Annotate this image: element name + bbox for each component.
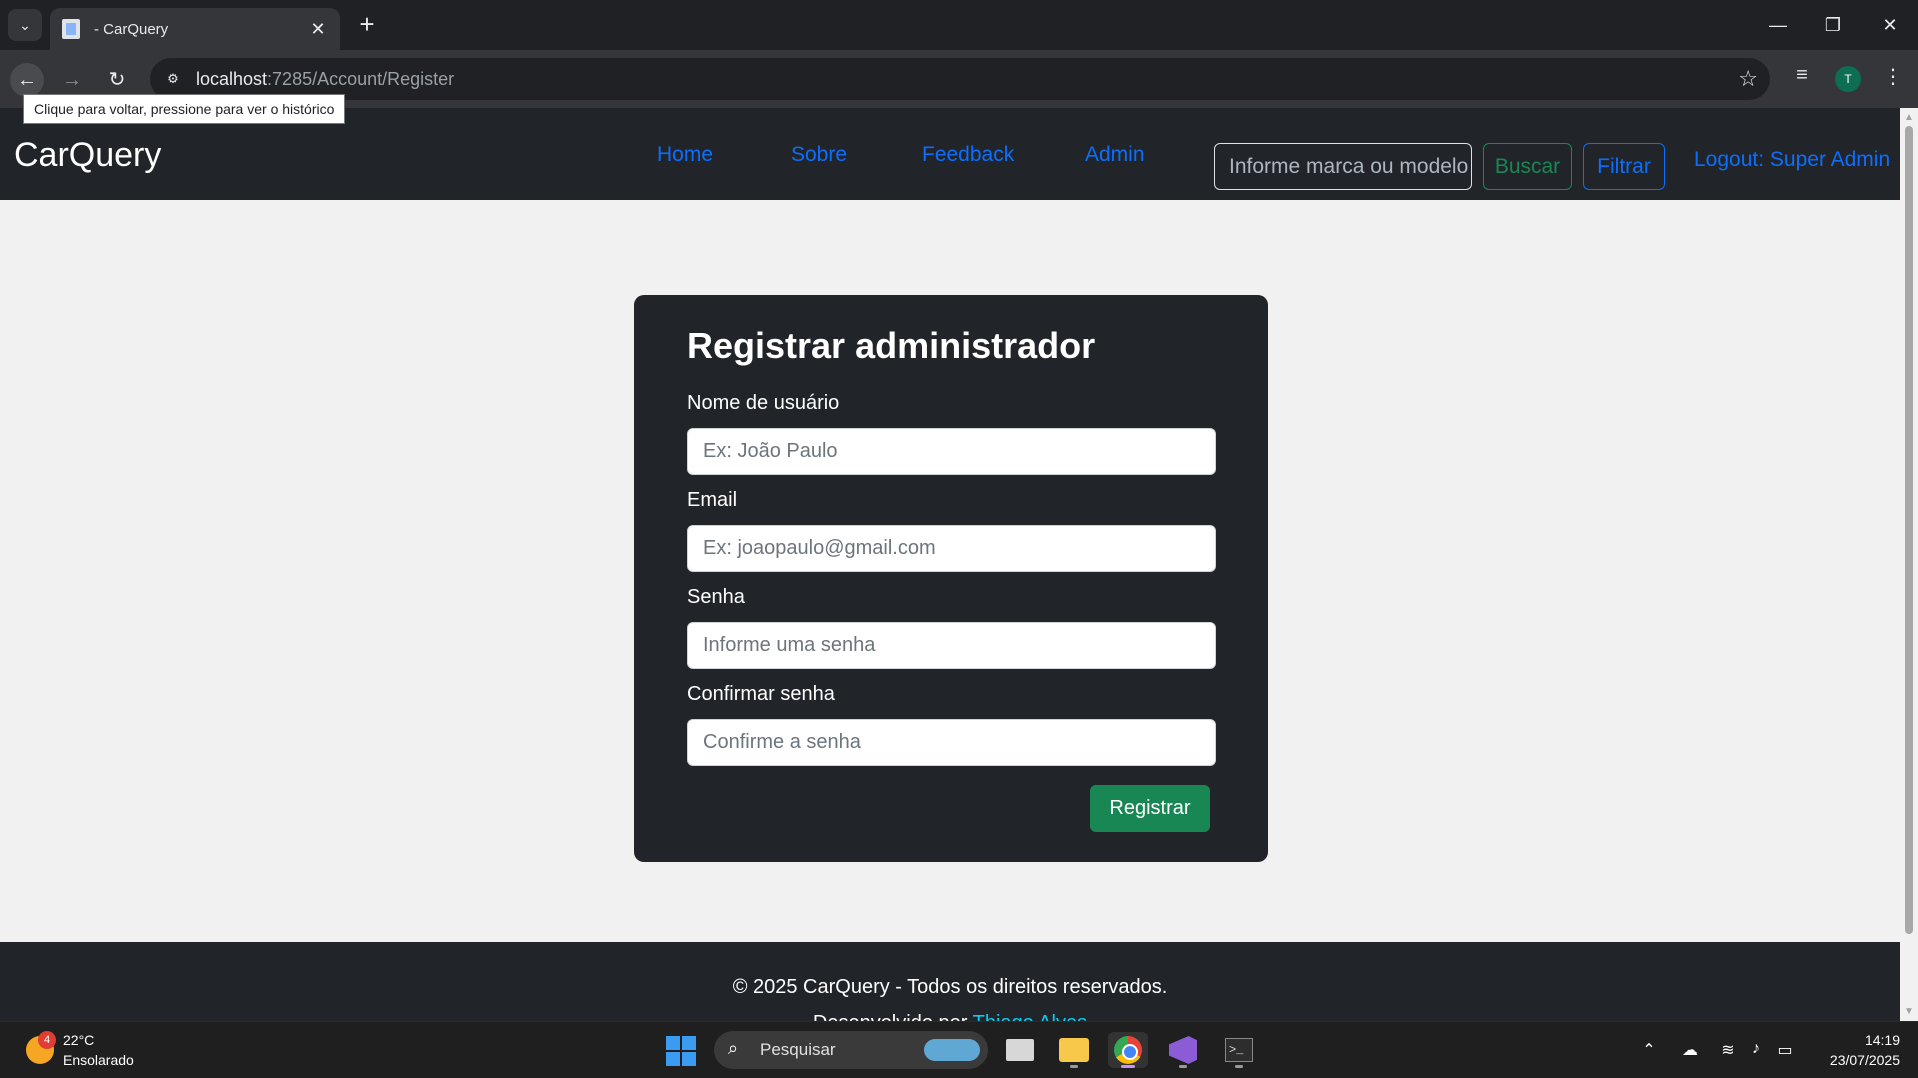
search-highlight-icon xyxy=(924,1039,980,1061)
weather-description[interactable]: Ensolarado xyxy=(63,1052,134,1068)
register-button[interactable]: Registrar xyxy=(1090,785,1210,832)
file-explorer-button[interactable] xyxy=(1054,1032,1094,1068)
form-title: Registrar administrador xyxy=(687,325,1096,366)
terminal-icon: >_ xyxy=(1225,1038,1253,1062)
back-button[interactable]: ← xyxy=(10,63,44,97)
email-field[interactable]: Ex: joaopaulo@gmail.com xyxy=(687,525,1216,572)
battery-icon[interactable]: ▭ xyxy=(1773,1040,1797,1060)
logout-link[interactable]: Logout: Super Admin xyxy=(1694,148,1890,172)
chrome-taskbar-button[interactable] xyxy=(1108,1032,1148,1068)
password-label: Senha xyxy=(687,586,745,608)
site-info-icon[interactable]: ⚙ xyxy=(160,66,186,92)
url-text: localhost:7285/Account/Register xyxy=(196,69,455,89)
windows-taskbar: 4 22°C Ensolarado ⌕ Pesquisar >_ ⌃ ☁ ≋ ♪… xyxy=(0,1021,1918,1078)
back-button-tooltip: Clique para voltar, pressione para ver o… xyxy=(23,94,346,124)
weather-temperature[interactable]: 22°C xyxy=(63,1032,94,1048)
site-footer: © 2025 CarQuery - Todos os direitos rese… xyxy=(0,942,1900,1021)
nav-link-sobre[interactable]: Sobre xyxy=(791,143,847,167)
address-bar[interactable]: ⚙ localhost:7285/Account/Register ☆ xyxy=(150,58,1770,100)
car-search-input[interactable]: Informe marca ou modelo xyxy=(1214,143,1472,190)
page-scrollbar[interactable]: ▲ ▼ xyxy=(1900,108,1918,1021)
onedrive-cloud-icon[interactable]: ☁ xyxy=(1678,1040,1702,1060)
footer-credit: Desenvolvido por Thiago Alves xyxy=(0,1012,1900,1021)
visual-studio-button[interactable] xyxy=(1163,1032,1203,1068)
confirm-password-field[interactable]: Confirme a senha xyxy=(687,719,1216,766)
tab-title: - CarQuery xyxy=(94,20,169,38)
close-tab-icon[interactable]: ✕ xyxy=(308,19,328,40)
page-favicon-icon xyxy=(62,19,80,39)
task-view-icon xyxy=(1006,1039,1034,1061)
web-page: CarQuery Home Sobre Feedback Admin Infor… xyxy=(0,108,1900,1021)
clock-time[interactable]: 14:19 xyxy=(1820,1032,1900,1048)
forward-button[interactable]: → xyxy=(55,63,89,97)
restore-window-button[interactable]: ❐ xyxy=(1813,10,1853,40)
volume-icon[interactable]: ♪ xyxy=(1744,1040,1768,1058)
browser-tab-bar: ⌄ - CarQuery ✕ + — ❐ ✕ xyxy=(0,0,1918,50)
browser-tab[interactable]: - CarQuery ✕ xyxy=(50,8,340,50)
weather-badge: 4 xyxy=(38,1031,56,1049)
bookmark-star-icon[interactable]: ☆ xyxy=(1738,66,1758,92)
author-link[interactable]: Thiago Alves xyxy=(973,1012,1088,1021)
new-tab-button[interactable]: + xyxy=(352,10,382,40)
reload-button[interactable]: ↻ xyxy=(100,63,134,97)
clock-date[interactable]: 23/07/2025 xyxy=(1810,1052,1900,1068)
taskbar-search-box[interactable]: ⌕ Pesquisar xyxy=(714,1031,988,1069)
show-hidden-icons-chevron-icon[interactable]: ⌃ xyxy=(1637,1040,1661,1060)
minimize-window-button[interactable]: — xyxy=(1758,10,1798,40)
search-icon: ⌕ xyxy=(728,1038,739,1058)
nav-link-home[interactable]: Home xyxy=(657,143,713,167)
media-controls-icon[interactable]: ≡ xyxy=(1787,64,1817,87)
username-field[interactable]: Ex: João Paulo xyxy=(687,428,1216,475)
username-label: Nome de usuário xyxy=(687,392,840,414)
tab-search-button[interactable]: ⌄ xyxy=(8,9,42,41)
wifi-icon[interactable]: ≋ xyxy=(1716,1040,1740,1060)
scroll-up-arrow-icon[interactable]: ▲ xyxy=(1904,112,1914,123)
brand-logo[interactable]: CarQuery xyxy=(14,136,161,175)
password-field[interactable]: Informe uma senha xyxy=(687,622,1216,669)
taskbar-search-label: Pesquisar xyxy=(760,1040,836,1059)
filter-button[interactable]: Filtrar xyxy=(1583,143,1665,190)
nav-link-admin[interactable]: Admin xyxy=(1085,143,1145,167)
more-menu-icon[interactable]: ⋮ xyxy=(1878,64,1908,89)
profile-avatar[interactable]: T xyxy=(1835,66,1861,92)
scroll-down-arrow-icon[interactable]: ▼ xyxy=(1904,1006,1914,1017)
visual-studio-icon xyxy=(1169,1036,1197,1064)
search-button[interactable]: Buscar xyxy=(1483,143,1572,190)
close-window-button[interactable]: ✕ xyxy=(1870,10,1910,40)
chrome-icon xyxy=(1114,1036,1142,1064)
nav-link-feedback[interactable]: Feedback xyxy=(922,143,1014,167)
email-label: Email xyxy=(687,489,738,511)
scrollbar-thumb[interactable] xyxy=(1905,126,1913,934)
windows-start-icon[interactable] xyxy=(666,1036,696,1066)
register-form-card: Registrar administrador Nome de usuário … xyxy=(634,295,1268,862)
terminal-button[interactable]: >_ xyxy=(1219,1032,1259,1068)
footer-copyright: © 2025 CarQuery - Todos os direitos rese… xyxy=(732,976,1168,998)
task-view-button[interactable] xyxy=(1000,1032,1040,1068)
confirm-password-label: Confirmar senha xyxy=(687,683,835,705)
folder-icon xyxy=(1059,1038,1089,1062)
